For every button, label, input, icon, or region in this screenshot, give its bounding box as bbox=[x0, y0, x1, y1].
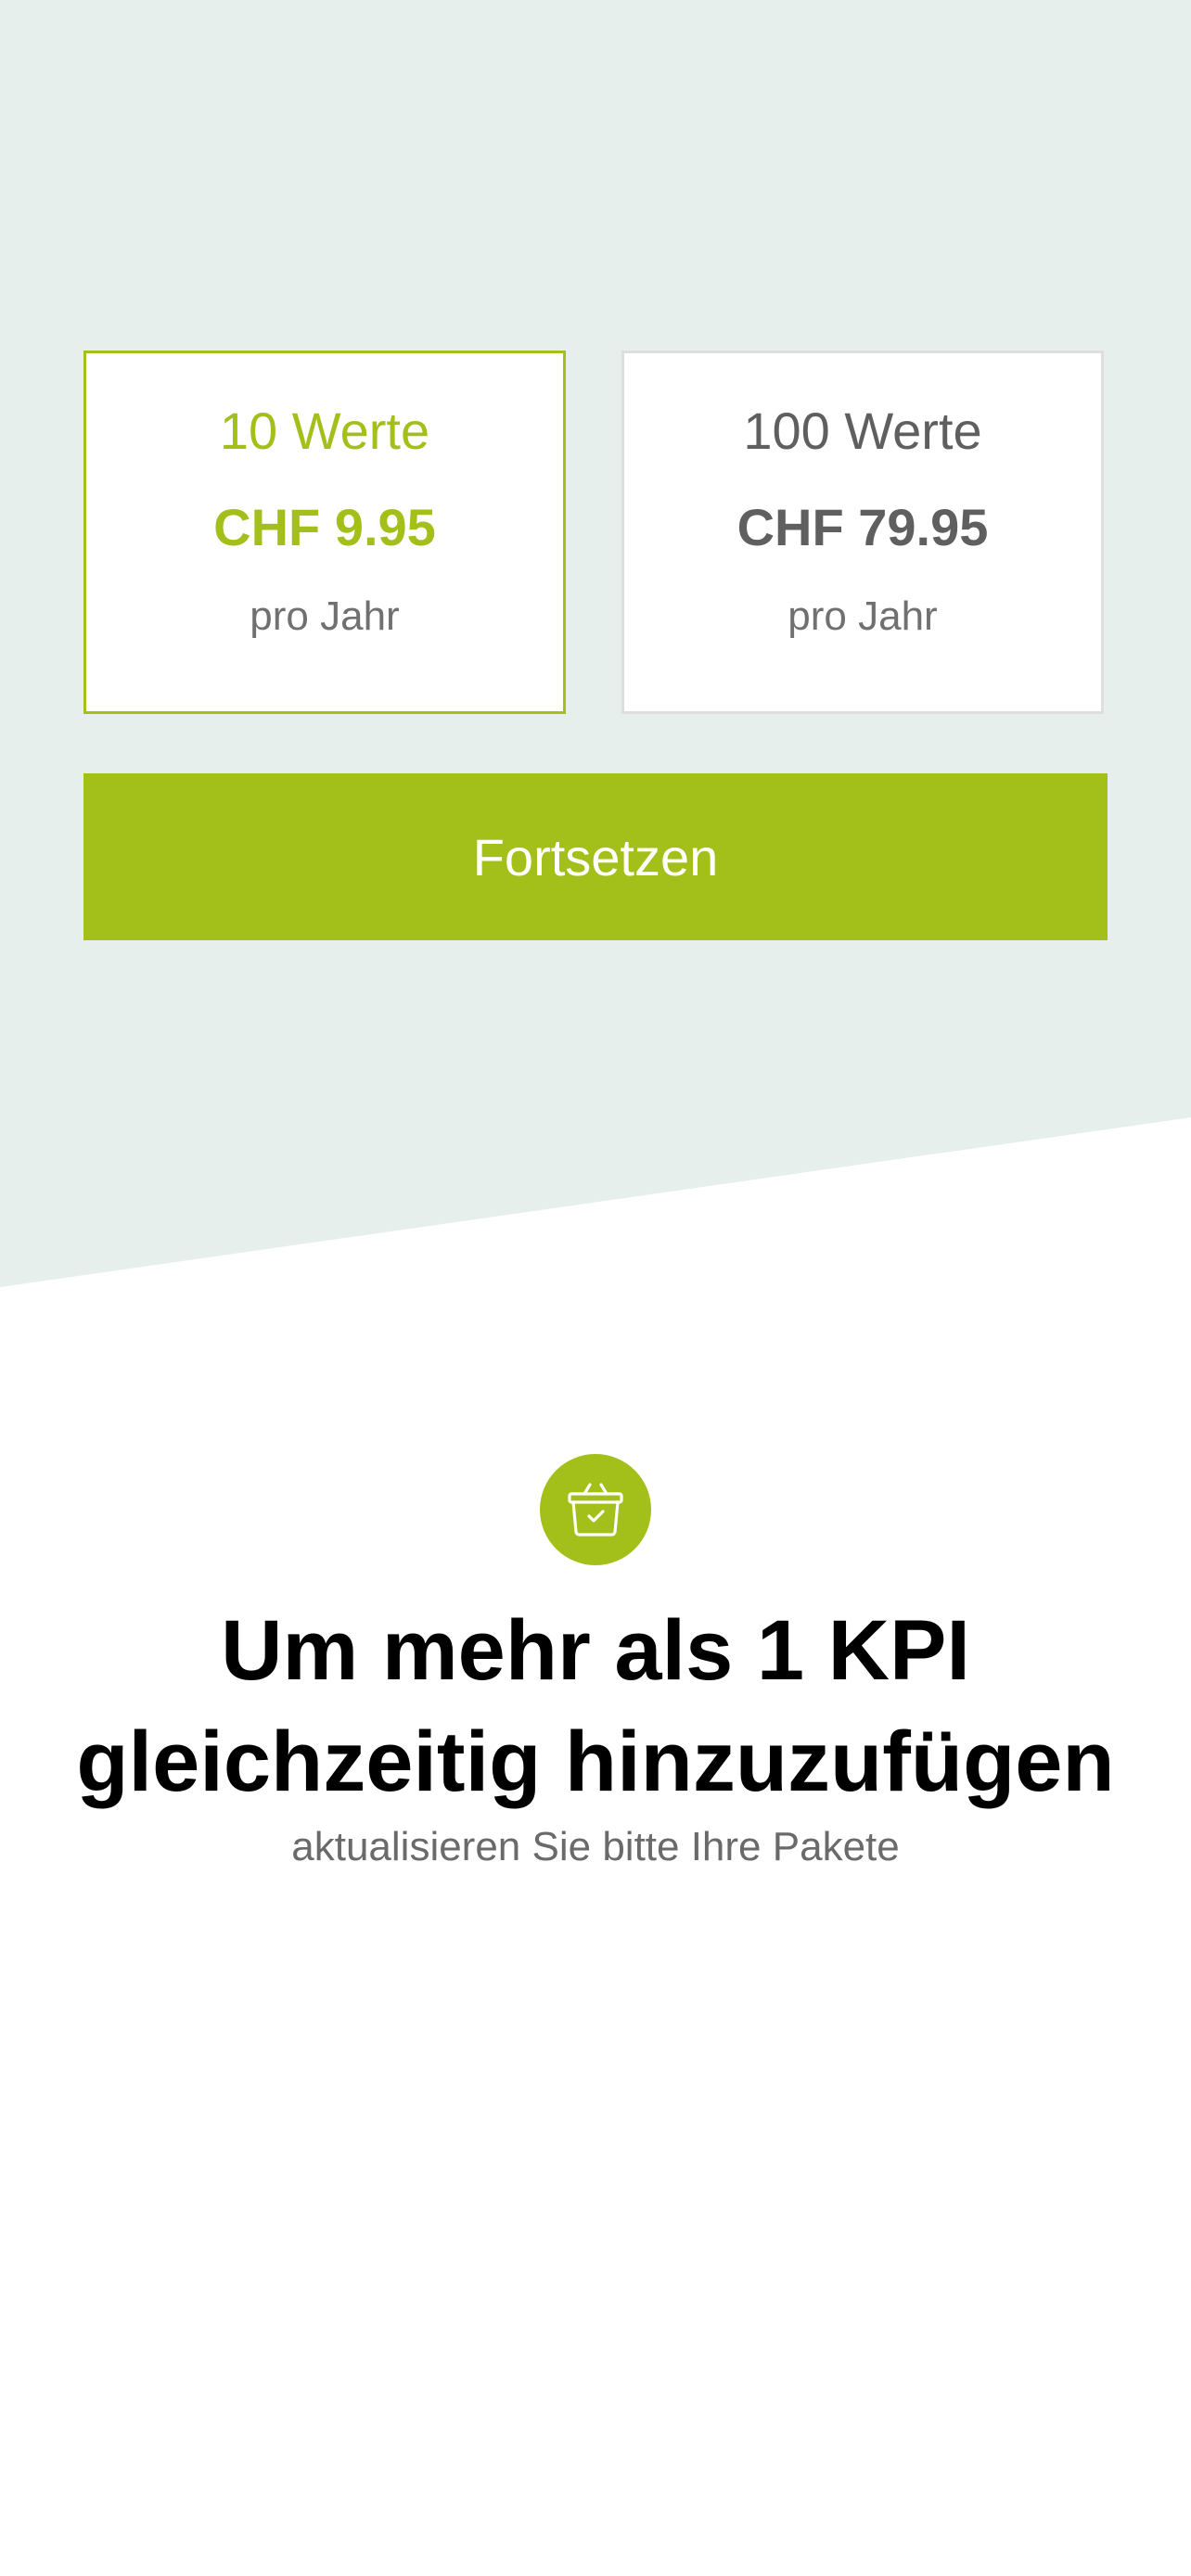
info-headline: Um mehr als 1 KPI gleichzeitig hinzuzufü… bbox=[37, 1595, 1154, 1817]
plan-price: CHF 9.95 bbox=[213, 498, 436, 556]
basket-badge bbox=[540, 1454, 651, 1565]
plan-card-100-werte[interactable]: 100 Werte CHF 79.95 pro Jahr bbox=[621, 351, 1104, 714]
plan-name: 10 Werte bbox=[219, 402, 430, 460]
plan-name: 100 Werte bbox=[743, 402, 982, 460]
plan-price: CHF 79.95 bbox=[736, 498, 989, 556]
plan-period: pro Jahr bbox=[250, 593, 400, 639]
plan-card-10-werte[interactable]: 10 Werte CHF 9.95 pro Jahr bbox=[83, 351, 566, 714]
headline-line-2: gleichzeitig hinzuzufügen bbox=[76, 1715, 1115, 1809]
plan-period: pro Jahr bbox=[788, 593, 938, 639]
headline-line-1: Um mehr als 1 KPI bbox=[221, 1603, 970, 1698]
continue-button[interactable]: Fortsetzen bbox=[83, 773, 1108, 940]
info-subline: aktualisieren Sie bitte Ihre Pakete bbox=[291, 1824, 900, 1869]
shopping-basket-check-icon bbox=[568, 1483, 623, 1537]
